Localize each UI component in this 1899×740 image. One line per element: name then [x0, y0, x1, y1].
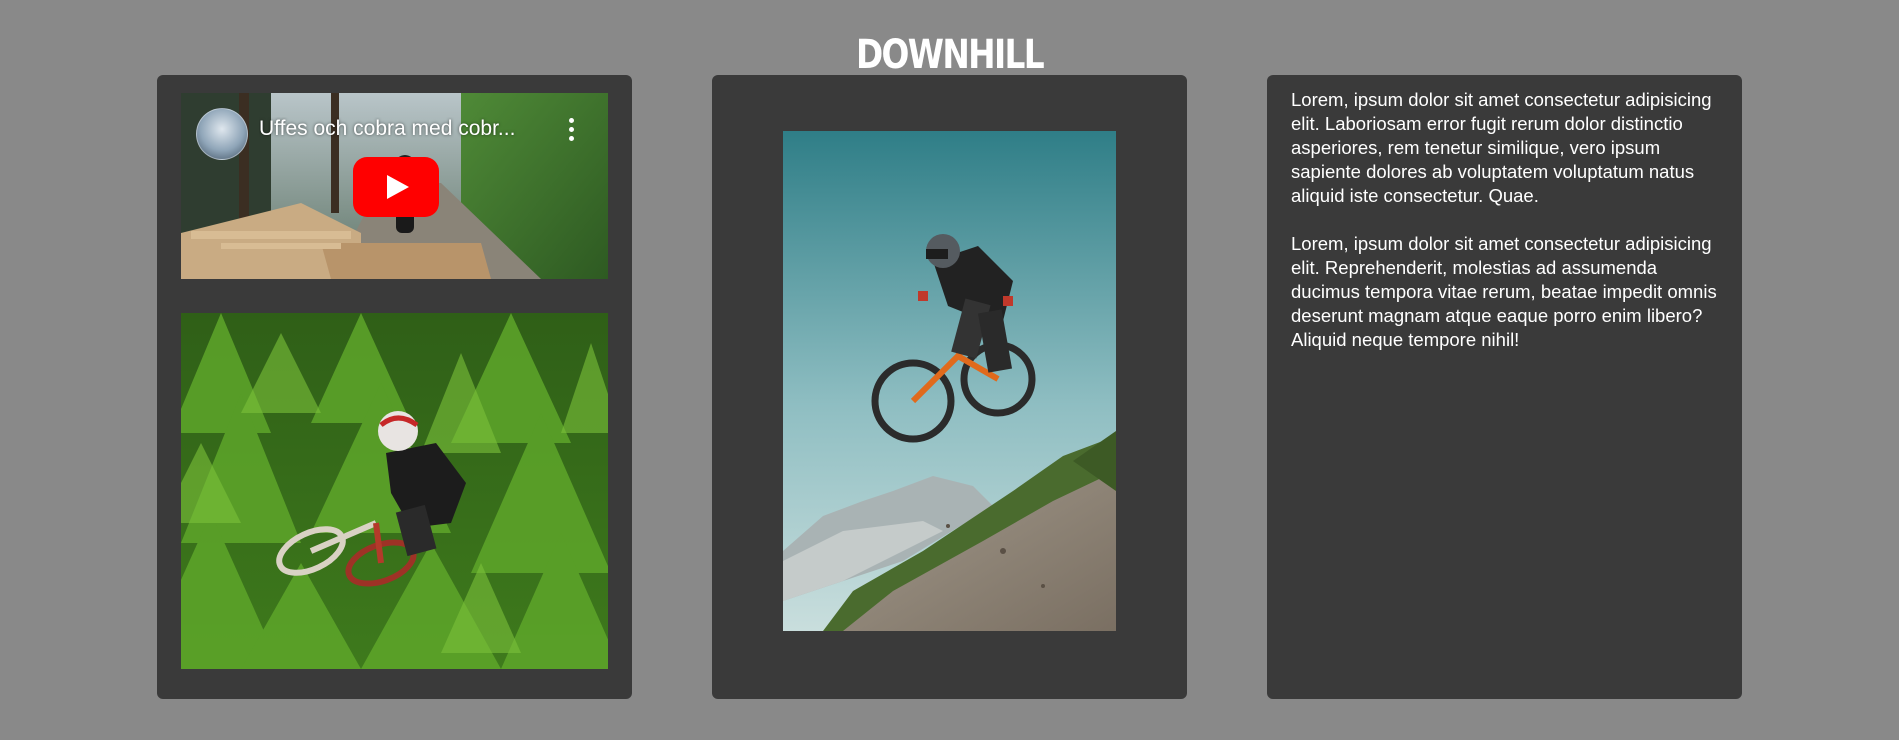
- media-card-middle: [712, 75, 1187, 699]
- forest-rider-image: [181, 313, 608, 669]
- more-vert-icon[interactable]: [561, 115, 583, 145]
- page-title: DOWNHILL: [855, 31, 1045, 78]
- media-card-left: Uffes och cobra med cobr...: [157, 75, 632, 699]
- youtube-video-embed[interactable]: Uffes och cobra med cobr...: [181, 93, 608, 279]
- text-content: Lorem, ipsum dolor sit amet consectetur …: [1291, 88, 1721, 376]
- mountain-rider-image: [783, 131, 1116, 631]
- text-card: Lorem, ipsum dolor sit amet consectetur …: [1267, 75, 1742, 699]
- youtube-play-icon[interactable]: [353, 157, 439, 217]
- paragraph-1: Lorem, ipsum dolor sit amet consectetur …: [1291, 89, 1712, 206]
- channel-avatar-icon[interactable]: [196, 108, 248, 160]
- paragraph-2: Lorem, ipsum dolor sit amet consectetur …: [1291, 233, 1717, 350]
- video-title[interactable]: Uffes och cobra med cobr...: [259, 117, 549, 141]
